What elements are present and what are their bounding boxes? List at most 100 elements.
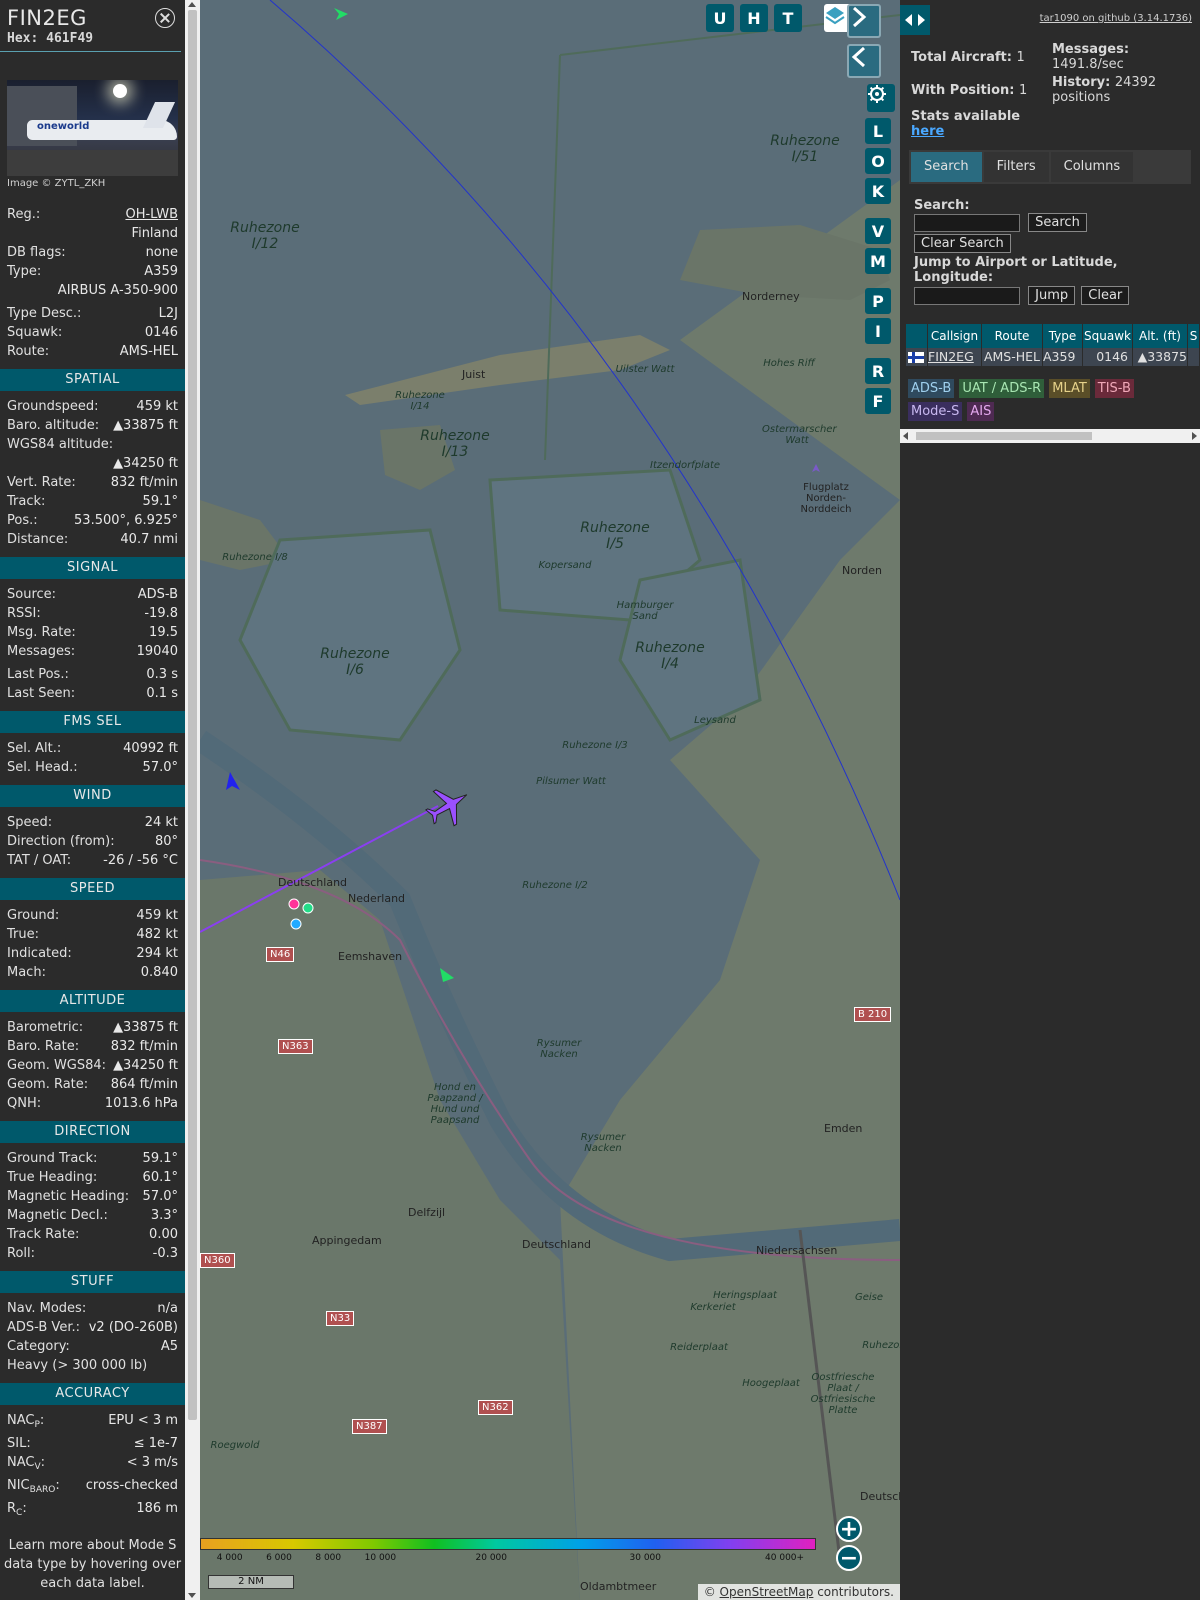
info-row-label[interactable]: Heavy (> 300 000 lb) [7, 1356, 147, 1375]
stats-here-link[interactable]: here [911, 124, 944, 139]
col-route[interactable]: Route [982, 324, 1043, 348]
info-row-label[interactable]: DB flags: [7, 243, 66, 262]
scroll-up-icon[interactable] [188, 2, 196, 7]
col-speed[interactable]: S [1188, 324, 1200, 348]
info-row-label[interactable]: Msg. Rate: [7, 623, 76, 642]
info-row-label[interactable]: Track Rate: [7, 1225, 79, 1244]
info-row-label[interactable]: Type: [7, 262, 41, 281]
info-row-label[interactable]: Pos.: [7, 511, 38, 530]
info-row-label[interactable]: Reg.: [7, 205, 40, 224]
scroll-thumb[interactable] [188, 10, 197, 1420]
col-altitude[interactable]: Alt. (ft) [1133, 324, 1188, 348]
info-row-label[interactable]: Indicated: [7, 944, 72, 963]
h-scroll-thumb[interactable] [916, 432, 1092, 440]
scroll-right-icon[interactable] [1192, 432, 1197, 440]
info-panel-scrollbar[interactable] [185, 0, 200, 1600]
jump-button[interactable]: Jump [1028, 286, 1076, 305]
info-row-label[interactable]: Last Seen: [7, 684, 75, 703]
map-button-u[interactable]: U [706, 4, 734, 32]
info-row-label[interactable]: Track: [7, 492, 45, 511]
info-row-label[interactable]: Vert. Rate: [7, 473, 76, 492]
info-row-label[interactable]: Distance: [7, 530, 68, 549]
rc-label[interactable]: RC: [7, 1499, 27, 1518]
info-row-label[interactable]: Last Pos.: [7, 665, 69, 684]
info-row-label[interactable]: Magnetic Decl.: [7, 1206, 108, 1225]
zoom-out-icon[interactable]: − [836, 1545, 862, 1571]
jump-input[interactable] [914, 286, 1020, 305]
info-row-label[interactable]: Sel. Alt.: [7, 739, 61, 758]
info-row-label[interactable]: Squawk: [7, 323, 62, 342]
info-row-label[interactable]: Ground Track: [7, 1149, 97, 1168]
col-squawk[interactable]: Squawk [1083, 324, 1133, 348]
info-row-label[interactable]: Direction (from): [7, 832, 115, 851]
map-button-r[interactable]: R [865, 358, 891, 384]
row-callsign[interactable]: FIN2EG [928, 348, 982, 366]
osm-link[interactable]: OpenStreetMap [720, 1585, 814, 1599]
info-row-label[interactable]: Baro. Rate: [7, 1037, 79, 1056]
clear-jump-button[interactable]: Clear [1081, 286, 1130, 305]
map-button-o[interactable]: O [865, 148, 891, 174]
map-button-i[interactable]: I [865, 318, 891, 344]
map-button-t[interactable]: T [774, 4, 802, 32]
col-type[interactable]: Type [1043, 324, 1083, 348]
map-button-h[interactable]: H [740, 4, 768, 32]
info-row-label[interactable]: TAT / OAT: [7, 851, 71, 870]
nacv-label[interactable]: NACV: [7, 1453, 45, 1472]
info-row-label[interactable]: Barometric: [7, 1018, 83, 1037]
info-row-label[interactable]: True Heading: [7, 1168, 97, 1187]
info-row-label[interactable]: Geom. WGS84: [7, 1056, 106, 1075]
tab-filters[interactable]: Filters [983, 152, 1049, 182]
scroll-left-icon[interactable] [903, 432, 908, 440]
info-row-label[interactable]: Route: [7, 342, 49, 361]
settings-gear-icon[interactable] [867, 84, 895, 112]
tab-search[interactable]: Search [911, 152, 982, 182]
nicbaro-label[interactable]: NICBARO: [7, 1476, 60, 1495]
info-row-label[interactable]: Ground: [7, 906, 59, 925]
table-row[interactable]: FIN2EG AMS-HEL A359 0146 ▲33875 [906, 348, 1200, 366]
col-callsign[interactable]: Callsign [928, 324, 982, 348]
map-button-p[interactable]: P [865, 288, 891, 314]
scroll-down-icon[interactable] [188, 1593, 196, 1598]
info-row-label[interactable]: Mach: [7, 963, 46, 982]
info-row-label[interactable]: True: [7, 925, 39, 944]
map-button-f[interactable]: F [865, 388, 891, 414]
info-row-label[interactable]: Sel. Head.: [7, 758, 78, 777]
info-row-label[interactable]: Messages: [7, 642, 75, 661]
map-button-k[interactable]: K [865, 178, 891, 204]
info-row-value[interactable]: OH-LWB [125, 205, 178, 224]
info-row-label[interactable]: Geom. Rate: [7, 1075, 88, 1094]
info-row-label[interactable]: Category: [7, 1337, 70, 1356]
info-row-label[interactable]: Magnetic Heading: [7, 1187, 129, 1206]
table-horizontal-scrollbar[interactable] [900, 429, 1200, 443]
clear-search-button[interactable]: Clear Search [914, 234, 1011, 253]
aircraft-photo[interactable]: oneworld [7, 80, 178, 176]
map-button-m[interactable]: M [865, 248, 891, 274]
info-row-label[interactable]: QNH: [7, 1094, 41, 1113]
nacp-label[interactable]: NACP: [7, 1411, 44, 1430]
info-row-label[interactable]: Roll: [7, 1244, 35, 1263]
map-button-l[interactable]: L [865, 118, 891, 144]
info-row-label[interactable]: Source: [7, 585, 56, 604]
sil-label[interactable]: SIL: [7, 1434, 31, 1453]
search-button[interactable]: Search [1028, 213, 1087, 232]
map-town-label: Norderney [742, 290, 800, 303]
search-input[interactable] [914, 213, 1020, 232]
info-row-label[interactable]: Groundspeed: [7, 397, 98, 416]
sidebar-toggle-icon[interactable] [900, 5, 930, 35]
info-row-label[interactable]: Speed: [7, 813, 52, 832]
tab-columns[interactable]: Columns [1050, 152, 1134, 182]
info-row-label[interactable]: Nav. Modes: [7, 1299, 86, 1318]
map-canvas[interactable]: Ruhezone I/51 Ruhezone I/12 Ruhezone I/13 R… [200, 0, 900, 1600]
info-row-label[interactable]: RSSI: [7, 604, 41, 623]
info-row-label[interactable]: ADS-B Ver.: [7, 1318, 80, 1337]
chevron-right-icon[interactable] [847, 4, 881, 38]
zoom-in-icon[interactable]: + [836, 1516, 862, 1542]
chevron-left-icon[interactable] [847, 44, 881, 78]
map-button-v[interactable]: V [865, 218, 891, 244]
info-row-label[interactable]: Type Desc.: [7, 304, 81, 323]
info-row-label[interactable]: Baro. altitude: [7, 416, 99, 435]
github-link[interactable]: tar1090 on github (3.14.1736) [1040, 13, 1192, 24]
close-icon[interactable] [155, 8, 175, 28]
col-flag[interactable] [906, 324, 928, 348]
info-row-label[interactable]: WGS84 altitude: [7, 435, 113, 454]
